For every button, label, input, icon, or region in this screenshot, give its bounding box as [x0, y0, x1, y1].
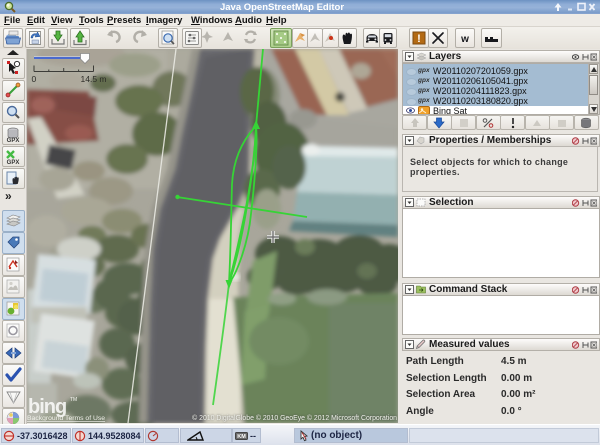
svg-text:KM: KM	[237, 434, 246, 440]
svg-text:TM: TM	[70, 397, 77, 403]
svg-text:GPX: GPX	[7, 160, 20, 166]
svg-text:Background Terms of Use: Background Terms of Use	[27, 415, 105, 422]
svg-text:GPX: GPX	[7, 138, 20, 144]
svg-text:0: 0	[32, 74, 37, 84]
svg-text:w: w	[460, 34, 469, 45]
svg-text:© 2010 DigitalGlobe © 2010 Geo: © 2010 DigitalGlobe © 2010 GeoEye © 2012…	[192, 414, 397, 422]
svg-text:14.5 m: 14.5 m	[81, 74, 107, 84]
svg-text:!: !	[417, 33, 421, 45]
